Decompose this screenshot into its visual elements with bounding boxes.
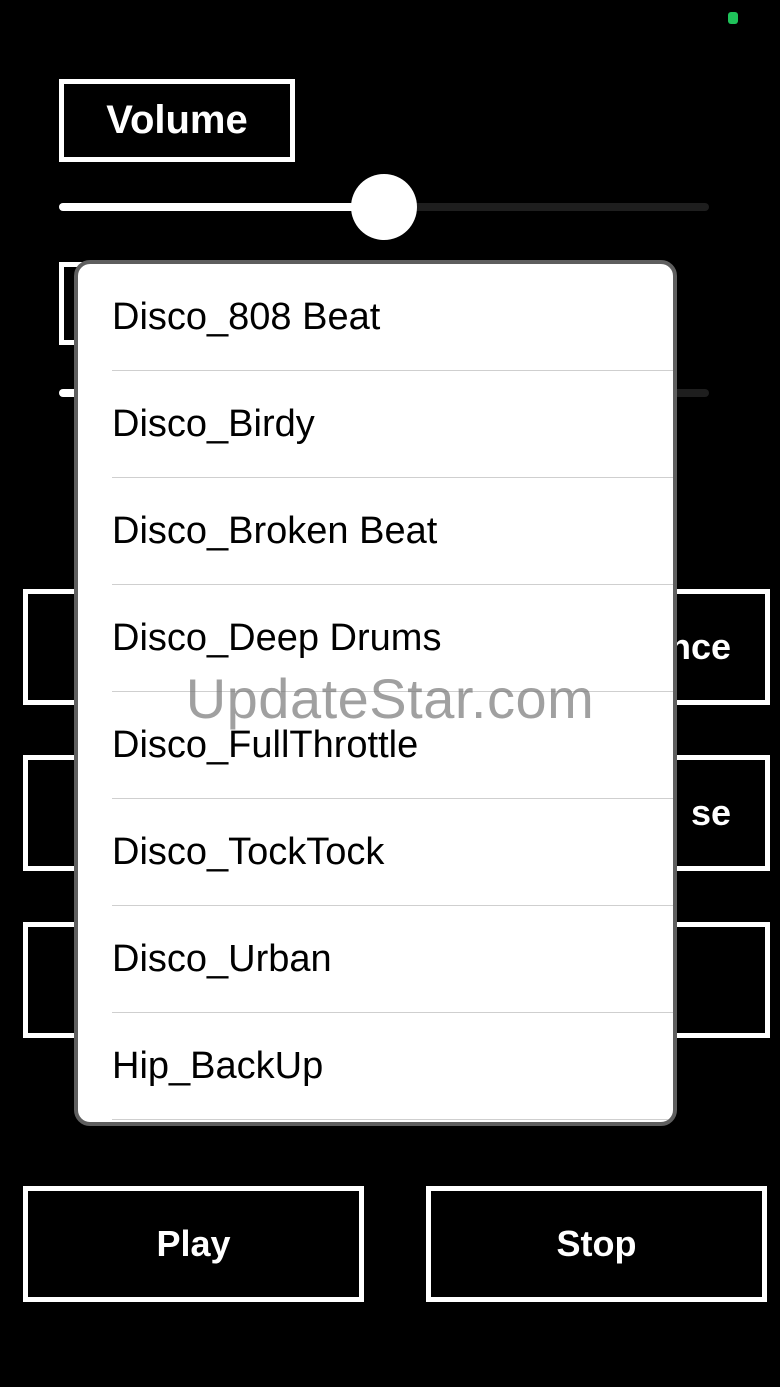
status-indicator-icon bbox=[728, 12, 738, 24]
stop-button[interactable]: Stop bbox=[426, 1186, 767, 1302]
popup-list-item[interactable]: Disco_Broken Beat bbox=[112, 478, 673, 585]
popup-list-item[interactable]: Disco_808 Beat bbox=[112, 264, 673, 371]
popup-list-item[interactable]: Disco_Deep Drums bbox=[112, 585, 673, 692]
beat-picker-popup: Disco_808 Beat Disco_Birdy Disco_Broken Be… bbox=[74, 260, 677, 1126]
popup-list-item[interactable]: Disco_FullThrottle bbox=[112, 692, 673, 799]
popup-list-item[interactable]: Disco_TockTock bbox=[112, 799, 673, 906]
play-button[interactable]: Play bbox=[23, 1186, 364, 1302]
volume-slider[interactable] bbox=[59, 174, 709, 240]
popup-list-item[interactable]: Disco_Urban bbox=[112, 906, 673, 1013]
volume-label: Volume bbox=[59, 79, 295, 162]
volume-slider-thumb[interactable] bbox=[351, 174, 417, 240]
popup-list-item[interactable]: Disco_Birdy bbox=[112, 371, 673, 478]
volume-slider-fill bbox=[59, 203, 384, 211]
popup-list-item[interactable]: Hip_BackUp bbox=[112, 1013, 673, 1120]
